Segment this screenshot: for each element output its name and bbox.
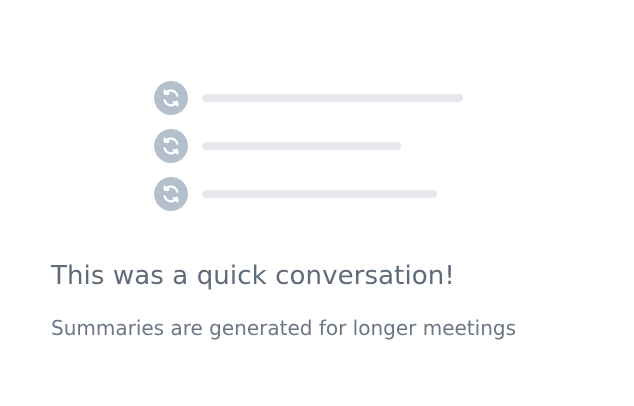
refresh-icon	[154, 177, 188, 211]
placeholder-row	[154, 129, 474, 163]
empty-state-title: This was a quick conversation!	[51, 261, 455, 291]
placeholder-line	[202, 190, 437, 198]
placeholder-row	[154, 177, 474, 211]
empty-state-subtitle: Summaries are generated for longer meeti…	[51, 316, 516, 340]
placeholder-line	[202, 94, 463, 102]
summary-placeholder-illustration	[0, 0, 634, 240]
refresh-icon	[154, 129, 188, 163]
placeholder-line	[202, 142, 401, 150]
placeholder-row	[154, 81, 474, 115]
refresh-icon	[154, 81, 188, 115]
